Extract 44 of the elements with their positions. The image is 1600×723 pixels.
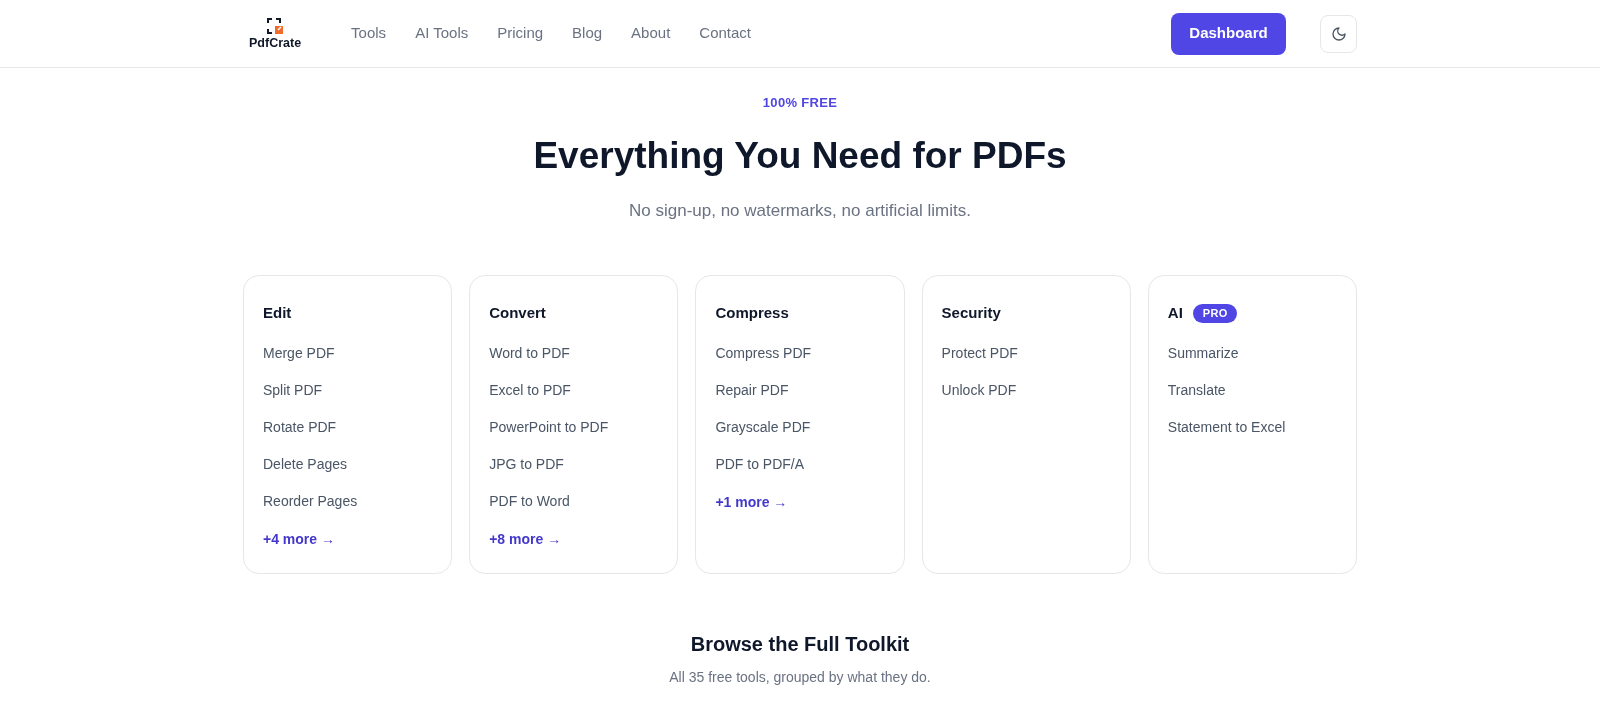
dashboard-button[interactable]: Dashboard bbox=[1171, 12, 1286, 55]
moon-icon bbox=[1330, 25, 1347, 42]
tool-link[interactable]: Protect PDF bbox=[941, 343, 1018, 364]
card-title: Edit bbox=[263, 303, 292, 323]
more-tools-link[interactable]: +8 more → bbox=[489, 529, 562, 550]
nav-link[interactable]: Blog bbox=[572, 22, 603, 45]
tool-link[interactable]: Compress PDF bbox=[715, 343, 812, 364]
tool-link[interactable]: Reorder Pages bbox=[263, 491, 358, 512]
nav-link[interactable]: Tools bbox=[351, 22, 387, 45]
more-tools-link[interactable]: +4 more → bbox=[263, 529, 335, 550]
card-title: AI bbox=[1167, 303, 1183, 323]
hero-subtitle: No sign-up, no watermarks, no artificial limits. bbox=[629, 200, 971, 222]
tool-link[interactable]: Split PDF bbox=[263, 380, 323, 401]
tool-link[interactable]: Word to PDF bbox=[489, 343, 570, 364]
logo-icon[interactable] bbox=[266, 17, 284, 34]
tool-link[interactable]: PDF to Word bbox=[489, 491, 570, 512]
tool-link[interactable]: Unlock PDF bbox=[941, 380, 1017, 401]
tool-link[interactable]: Delete Pages bbox=[263, 454, 348, 475]
tool-link[interactable]: PDF to PDF/A bbox=[715, 454, 805, 475]
tool-link[interactable]: Rotate PDF bbox=[263, 417, 337, 438]
hero-heading: Everything You Need for PDFs bbox=[533, 134, 1067, 178]
plan-badge: PRO bbox=[1192, 303, 1238, 323]
tool-link[interactable]: JPG to PDF bbox=[489, 454, 564, 475]
tool-link[interactable]: Merge PDF bbox=[263, 343, 335, 364]
card-title: Security bbox=[941, 303, 1001, 323]
nav-link[interactable]: Pricing bbox=[497, 22, 544, 45]
nav-link[interactable]: About bbox=[631, 22, 671, 45]
tool-link[interactable]: Excel to PDF bbox=[489, 380, 571, 401]
brand-name[interactable]: PdfCrate bbox=[249, 35, 302, 50]
nav-link[interactable]: AI Tools bbox=[415, 22, 469, 45]
tool-link[interactable]: Repair PDF bbox=[715, 380, 789, 401]
theme-toggle-button[interactable] bbox=[1320, 14, 1357, 53]
card-title: Convert bbox=[489, 303, 546, 323]
section-subtitle: All 35 free tools, grouped by what they do. bbox=[669, 668, 931, 687]
card-title: Compress bbox=[715, 303, 789, 323]
nav-link[interactable]: Contact bbox=[699, 22, 751, 45]
eyebrow-label: 100% FREE bbox=[762, 94, 838, 112]
tool-link[interactable]: Grayscale PDF bbox=[715, 417, 811, 438]
section-heading: Browse the Full Toolkit bbox=[690, 632, 910, 657]
more-tools-link[interactable]: +1 more → bbox=[715, 492, 788, 513]
tool-link[interactable]: PowerPoint to PDF bbox=[489, 417, 609, 438]
tool-link[interactable]: Statement to Excel bbox=[1167, 417, 1286, 438]
tool-link[interactable]: Summarize bbox=[1167, 343, 1239, 364]
tool-link[interactable]: Translate bbox=[1167, 380, 1226, 401]
